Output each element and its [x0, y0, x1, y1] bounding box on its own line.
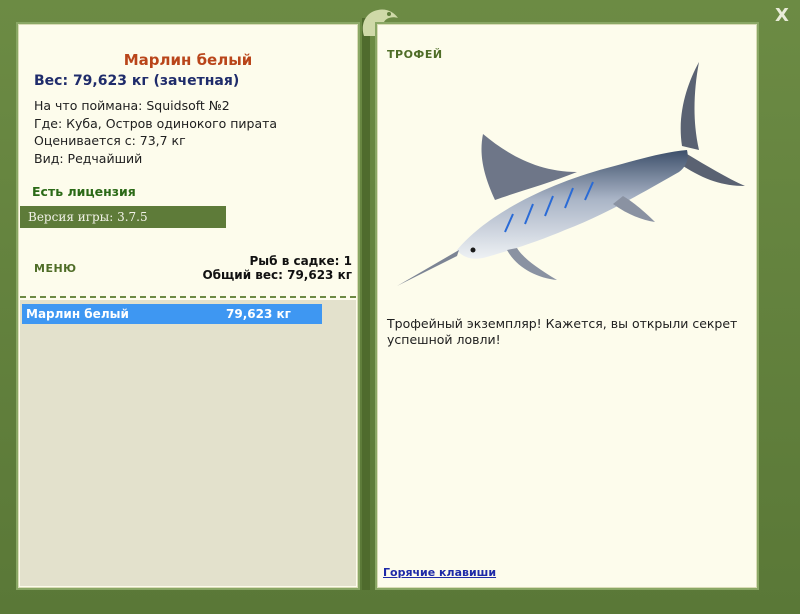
- fish-list: Марлин белый 79,623 кг: [20, 300, 356, 586]
- cage-total-weight: Общий вес: 79,623 кг: [202, 268, 352, 282]
- fish-details: На что поймана: Squidsoft №2 Где: Куба, …: [34, 97, 277, 167]
- list-item-weight: 79,623 кг: [226, 307, 291, 321]
- dashed-divider: [20, 296, 356, 298]
- kind-text: Вид: Редчайший: [34, 150, 143, 166]
- list-item-name: Марлин белый: [26, 307, 129, 321]
- cage-summary: Рыб в садке: 1 Общий вес: 79,623 кг: [202, 254, 352, 282]
- marlin-image: [397, 62, 745, 286]
- fish-weight: Вес: 79,623 кг (зачетная): [34, 73, 240, 89]
- fish-title: Марлин белый: [123, 51, 253, 69]
- close-button[interactable]: X: [772, 6, 792, 26]
- list-item[interactable]: Марлин белый 79,623 кг: [22, 304, 322, 324]
- license-status: Есть лицензия: [32, 184, 136, 199]
- version-bar: Версия игры: 3.7.5: [20, 206, 226, 228]
- fish-info-panel: Марлин белый Вес: 79,623 кг (зачетная) Н…: [16, 22, 360, 590]
- cage-count: Рыб в садке: 1: [249, 254, 353, 268]
- trophy-panel: ТРОФЕЙ Трофейный экземпляр! Кажется, вы …: [375, 22, 759, 590]
- location-text: Где: Куба, Остров одинокого пирата: [34, 115, 278, 131]
- caught-on-text: На что поймана: Squidsoft №2: [34, 98, 230, 113]
- center-divider: [362, 18, 370, 590]
- trophy-description: Трофейный экземпляр! Кажется, вы открыли…: [387, 316, 738, 347]
- valued-from-text: Оценивается с: 73,7 кг: [34, 133, 186, 148]
- hotkeys-link[interactable]: Горячие клавиши: [383, 566, 496, 579]
- menu-button[interactable]: МЕНЮ: [34, 262, 77, 275]
